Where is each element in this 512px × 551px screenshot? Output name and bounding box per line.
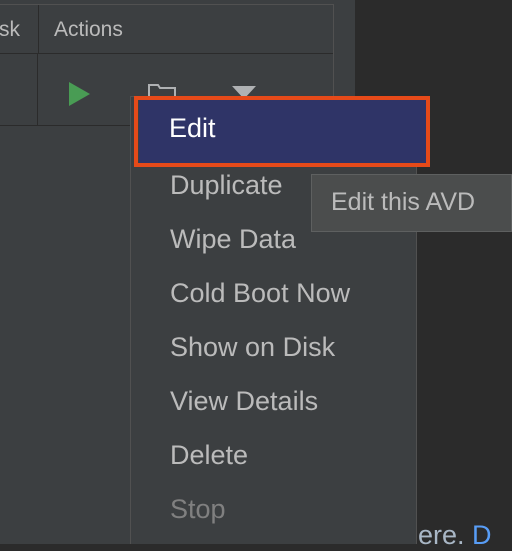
column-header-actions[interactable]: Actions [54, 5, 123, 53]
menu-item-delete[interactable]: Delete [170, 440, 248, 471]
tooltip-text: Edit this AVD [331, 188, 476, 216]
menu-item-wipe-data[interactable]: Wipe Data [170, 224, 296, 255]
menu-item-cold-boot-now[interactable]: Cold Boot Now [170, 278, 350, 309]
background-text-plain: ere. [418, 520, 465, 550]
background-text: ere. D [418, 520, 492, 551]
column-header-disk-label: sk [0, 18, 20, 41]
background-link[interactable]: D [472, 520, 492, 550]
menu-item-view-details[interactable]: View Details [170, 386, 318, 417]
table-header: sk Actions [0, 4, 333, 54]
menu-item-duplicate[interactable]: Duplicate [170, 170, 283, 201]
menu-item-stop: Stop [170, 494, 226, 524]
column-divider [37, 54, 38, 125]
annotation-highlight-box [134, 96, 430, 167]
column-header-disk[interactable]: sk [0, 5, 39, 53]
tooltip: Edit this AVD [311, 174, 512, 232]
menu-item-show-on-disk[interactable]: Show on Disk [170, 332, 335, 363]
play-icon[interactable] [69, 82, 90, 106]
